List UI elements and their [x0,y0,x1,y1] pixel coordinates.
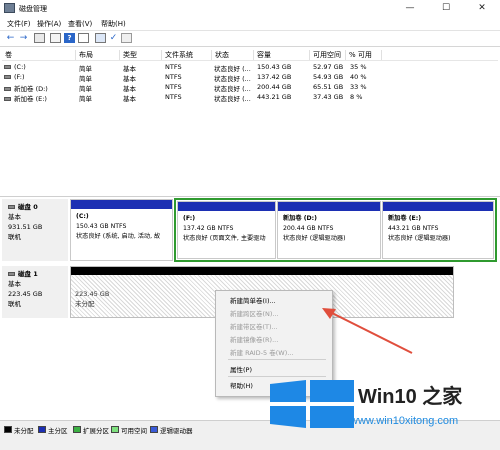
legend-label-unallocated: 未分配 [14,427,34,435]
legend-swatch-logical [150,426,158,433]
legend-label-primary: 主分区 [48,427,68,435]
status-bar [0,437,500,450]
windows-logo-icon [270,380,354,428]
legend-swatch-extended [73,426,81,433]
watermark-url: www.win10xitong.com [350,415,459,427]
legend-swatch-free-space [111,426,119,433]
legend-swatch-unallocated [4,426,12,433]
legend-label-logical: 逻辑驱动器 [160,427,193,435]
legend-label-extended: 扩展分区 [83,427,109,435]
watermark-title: Win10 之家 [358,386,463,408]
legend-swatch-primary [38,426,46,433]
legend-label-free-space: 可用空间 [121,427,147,435]
